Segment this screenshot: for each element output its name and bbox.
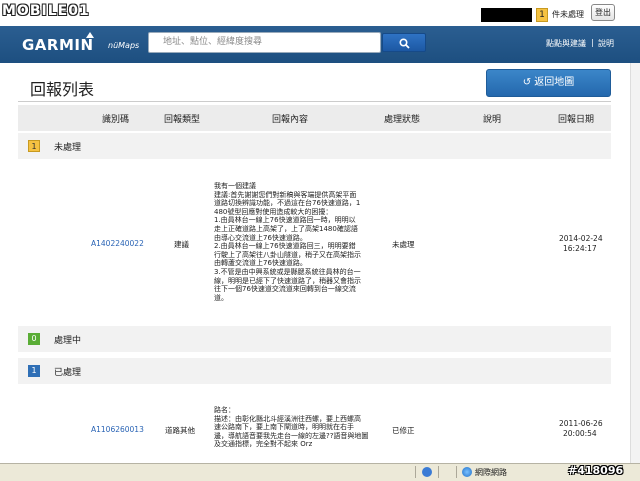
group-unprocessed[interactable]: 1 未處理 — [18, 133, 611, 159]
pending-count-badge[interactable]: 1 — [536, 8, 548, 22]
col-id: 識別碼 — [102, 115, 130, 125]
back-arrow-icon: ↺ — [522, 77, 535, 88]
status-divider — [438, 466, 439, 478]
report-date: 2011-06-26 — [559, 419, 603, 428]
vertical-scrollbar[interactable] — [630, 63, 640, 463]
group-label: 已處理 — [54, 368, 82, 378]
nav-suggestions[interactable]: 點點與建議 — [546, 38, 586, 49]
nav-help[interactable]: 說明 — [598, 38, 614, 49]
content-line: 1.由員林台一線上76快速道路回一時，明明以 — [214, 216, 356, 225]
report-id-link[interactable]: A1402240022 — [91, 239, 144, 248]
group-count-badge: 0 — [28, 333, 40, 345]
garmin-logo[interactable]: GARMIN — [22, 36, 94, 54]
report-type: 建議 — [174, 240, 189, 249]
content-line: 往下一個76快速道交流道來回轉到台一線交流 — [214, 285, 356, 294]
internet-zone-label: 網際網路 — [475, 468, 507, 477]
group-processed[interactable]: 1 已處理 — [18, 358, 611, 384]
report-id-link[interactable]: A1106260013 — [91, 425, 144, 434]
content-line: 2.由員林台一線上76快速道路回三，明明要錯 — [214, 242, 356, 251]
content-line: 路名： — [214, 406, 235, 414]
garmin-triangle-icon — [86, 32, 94, 38]
divider — [18, 101, 611, 102]
group-count-badge: 1 — [28, 140, 40, 152]
col-content: 回報內容 — [272, 115, 309, 125]
report-time: 16:24:17 — [563, 244, 597, 253]
search-button[interactable] — [382, 33, 426, 52]
report-content: 我有一個建議 建議:首先謝謝您們對新稿與客端提供高架平面 道路切換辨識功能，不過… — [214, 182, 374, 302]
content-line: 由轉蘆交流道上76快速道路。 — [214, 259, 307, 268]
content-line: 由導心交流道上76快速道路。 — [214, 233, 307, 242]
report-date: 2014-02-24 — [559, 234, 603, 243]
content-line: 走上正確道路上高架了，上了高架1480確認語 — [214, 224, 358, 233]
report-time: 20:00:54 — [563, 429, 597, 438]
content-line: 3.不管是由中興系統或是縣腮系統往員林的台一 — [214, 267, 361, 276]
group-processing[interactable]: 0 處理中 — [18, 326, 611, 352]
report-content: 路名： 描述：由彰化縣北斗經溪洲往西螺，要上西螺高 速公路南下，要上南下閘道時，… — [214, 406, 374, 449]
report-type: 道路其他 — [165, 426, 195, 435]
content-line: 速公路南下，要上南下閘道時，明明就在右手 — [214, 423, 354, 432]
browser-status-bar: 網際網路 — [0, 463, 640, 481]
pending-label[interactable]: 件未處理 — [552, 9, 584, 20]
col-note: 說明 — [483, 115, 502, 125]
report-status: 未處理 — [392, 240, 415, 249]
site-logo[interactable]: MOBILE01 — [2, 3, 90, 19]
content-line: 道。 — [214, 293, 228, 302]
content-line: 描述：由彰化縣北斗經溪洲往西螺，要上西螺高 — [214, 414, 361, 423]
table-row[interactable]: A1402240022 建議 我有一個建議 建議:首先謝謝您們對新稿與客端提供高… — [18, 162, 611, 322]
logout-button[interactable]: 登出 — [591, 4, 615, 21]
watermark: #418096 — [568, 464, 624, 477]
col-status: 處理狀態 — [384, 115, 421, 125]
status-divider — [415, 466, 416, 478]
group-label: 未處理 — [54, 143, 82, 153]
top-strip: MOBILE01 1 件未處理 登出 — [0, 0, 640, 26]
back-to-map-button[interactable]: ↺ 返回地圖 — [486, 69, 611, 97]
group-label: 處理中 — [54, 336, 82, 346]
back-to-map-label: 返回地圖 — [534, 77, 575, 88]
content-line: 及交通指標，完全對不起來 Orz — [214, 440, 313, 449]
internet-zone-icon — [462, 467, 472, 477]
search-icon — [399, 38, 410, 49]
content-line: 道路切換辨識功能，不過這在台76快速道路，1 — [214, 199, 361, 208]
search-input[interactable]: 地址、點位、經緯度搜尋 — [148, 32, 381, 53]
table-row[interactable]: A1106260013 道路其他 路名： 描述：由彰化縣北斗經溪洲往西螺，要上西… — [18, 388, 611, 463]
username-redacted — [481, 8, 532, 22]
report-status: 已修正 — [392, 426, 415, 435]
status-divider — [456, 466, 457, 478]
content-line: 線，明明是已經下了快速道路了，稍器又會指示 — [214, 276, 361, 285]
ie-icon — [422, 467, 432, 477]
col-type: 回報類型 — [164, 115, 201, 125]
content-line: 建議:首先謝謝您們對新稿與客端提供高架平面 — [214, 190, 357, 199]
page-title: 回報列表 — [30, 80, 95, 99]
product-name: nüMaps — [108, 41, 140, 50]
col-date: 回報日期 — [558, 115, 595, 125]
group-count-badge: 1 — [28, 365, 40, 377]
table-header: 識別碼 回報類型 回報內容 處理狀態 說明 回報日期 — [18, 105, 611, 131]
nav-separator: | — [591, 38, 594, 47]
content-line: 我有一個建議 — [214, 182, 256, 190]
